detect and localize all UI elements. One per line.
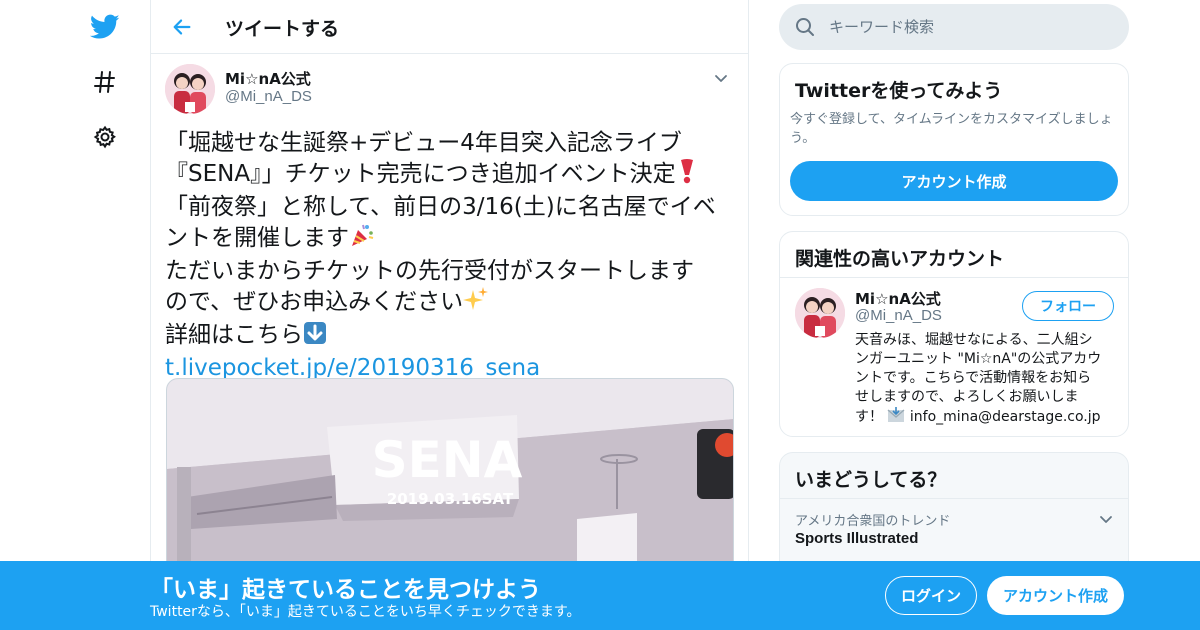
media-title: SENA: [372, 431, 523, 489]
search-icon: [795, 17, 815, 41]
bio-line-last: す！ info_mina@dearstage.co.jp: [855, 407, 1120, 429]
login-button[interactable]: ログイン: [885, 576, 977, 615]
trend-item[interactable]: Sports Illustrated: [795, 530, 918, 547]
bottom-signup-bar: 「いま」起きていることを見つけよう Twitterなら、「いま」起きていることを…: [0, 561, 1200, 630]
tweet-line: 詳細はこちら: [165, 322, 303, 348]
tweet-line: ただいまからチケットの先行受付がスタートします: [165, 258, 694, 284]
sparkles-emoji: [463, 286, 489, 320]
bio-line: 天音みほ、堀越せなによる、二人組シ: [855, 332, 1093, 348]
twitter-bird-icon[interactable]: [90, 12, 120, 42]
follow-button[interactable]: フォロー: [1022, 291, 1114, 321]
media-date: 2019.03.16SAT: [387, 490, 514, 508]
bio-line: ントです。こちらで活動情報をお知ら: [855, 370, 1092, 386]
tweet-line: ントを開催します: [165, 225, 349, 251]
avatar[interactable]: [165, 64, 215, 114]
divider: [780, 277, 1128, 278]
related-account-handle[interactable]: @Mi_nA_DS: [855, 307, 942, 324]
tweet-author: Mi☆nA公式 @Mi_nA_DS: [165, 64, 735, 114]
avatar[interactable]: [795, 288, 845, 338]
envelope-emoji: [887, 407, 905, 429]
down-arrow-emoji: [303, 321, 327, 353]
signup-card: Twitterを使ってみよう 今すぐ登録して、タイムラインをカスタマイズしましょ…: [779, 63, 1129, 216]
signup-card-title: Twitterを使ってみよう: [795, 80, 1003, 102]
tweet-line: ので、ぜひお申込みください: [165, 289, 464, 315]
bottom-bar-subtitle: Twitterなら、「いま」起きていることをいち早くチェックできます。: [150, 604, 581, 620]
search-box[interactable]: [779, 4, 1129, 50]
related-accounts-title: 関連性の高いアカウント: [795, 248, 1005, 270]
chevron-down-icon[interactable]: [713, 70, 729, 86]
divider: [780, 498, 1128, 499]
bottom-bar-title: 「いま」起きていることを見つけよう: [150, 577, 541, 603]
hashtag-icon[interactable]: [90, 67, 120, 97]
author-handle[interactable]: @Mi_nA_DS: [225, 88, 312, 105]
signup-description: 今すぐ登録して、タイムラインをカスタマイズしましょう。: [790, 112, 1113, 146]
bio-email[interactable]: info_mina@dearstage.co.jp: [910, 409, 1101, 425]
related-accounts-card: 関連性の高いアカウント Mi☆nA公式 @Mi_nA_DS フォロー 天音みほ、…: [779, 231, 1129, 437]
left-nav: [80, 0, 130, 630]
signup-button[interactable]: アカウント作成: [987, 576, 1124, 615]
create-account-button[interactable]: アカウント作成: [790, 161, 1118, 201]
page: ツイートする Mi☆nA公式 @Mi_nA_DS 「堀越せな生誕祭+デビュー4年…: [0, 0, 1200, 630]
gear-icon[interactable]: [90, 122, 120, 152]
tweet-line: 「前夜祭」と称して、前日の3/16(土)に名古屋でイベ: [165, 194, 716, 220]
main-header: ツイートする: [151, 0, 748, 54]
tweet-text: 「堀越せな生誕祭+デビュー4年目突入記念ライブ 『SENA』」チケット完売につき…: [165, 128, 735, 383]
heavy-exclamation-emoji: [676, 158, 698, 192]
related-account-bio: 天音みほ、堀越せなによる、二人組シ ンガーユニット "Mi☆nA"の公式アカウ …: [855, 331, 1120, 429]
related-account-name[interactable]: Mi☆nA公式: [855, 288, 941, 309]
tweet-line: 「堀越せな生誕祭+デビュー4年目突入記念ライブ: [165, 130, 682, 156]
party-popper-emoji: [349, 222, 375, 256]
bio-line: す！: [855, 409, 888, 425]
trends-title: いまどうしてる？: [795, 469, 947, 491]
tweet-line: 『SENA』」チケット完売につき追加イベント決定: [165, 161, 676, 187]
chevron-down-icon[interactable]: [1098, 511, 1114, 531]
author-name[interactable]: Mi☆nA公式: [225, 68, 311, 89]
search-input[interactable]: [829, 4, 1109, 50]
trend-context: アメリカ合衆国のトレンド: [795, 514, 951, 529]
page-title: ツイートする: [225, 18, 340, 40]
main-column: ツイートする Mi☆nA公式 @Mi_nA_DS 「堀越せな生誕祭+デビュー4年…: [150, 0, 749, 630]
back-arrow-icon[interactable]: [169, 14, 195, 40]
bio-line: ンガーユニット "Mi☆nA"の公式アカウ: [855, 351, 1102, 367]
bio-line: せしますので、よろしくお願いしま: [855, 389, 1079, 405]
